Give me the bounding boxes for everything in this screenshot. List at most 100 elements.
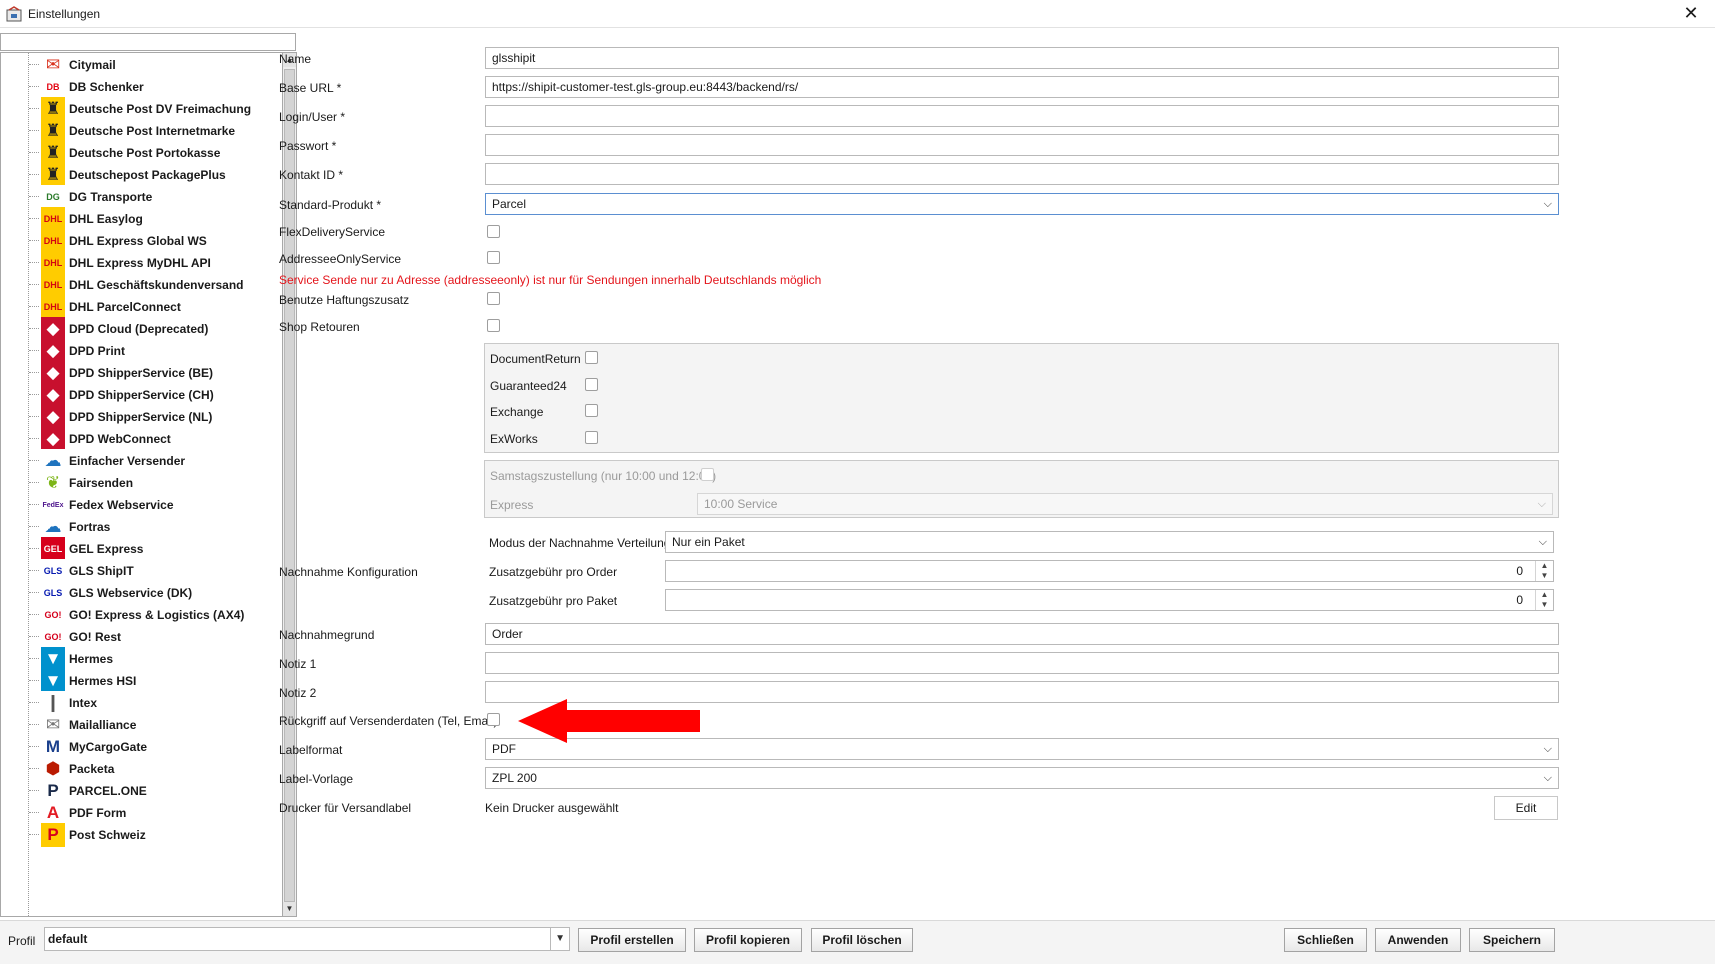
sidebar-item[interactable]: GEL GEL Express [29, 537, 279, 561]
spinner-arrows-icon[interactable]: ▲ ▼ [1535, 590, 1553, 610]
sidebar-item[interactable]: ▼ Hermes HSI [29, 669, 279, 693]
service-exworks-checkbox[interactable] [585, 431, 598, 444]
name-input[interactable]: glsshipit [485, 47, 1559, 69]
labeltemplate-select[interactable]: ZPL 200 ⌵ [485, 767, 1559, 789]
sidebar-item[interactable]: ✉ Mailalliance [29, 713, 279, 737]
tree-branch-line [29, 262, 39, 263]
sidebar-item[interactable]: ▼ Hermes [29, 647, 279, 671]
sidebar-item[interactable]: ⬢ Packeta [29, 757, 279, 781]
copy-profile-button[interactable]: Profil kopieren [694, 928, 802, 952]
sidebar-item[interactable]: DG DG Transporte [29, 185, 279, 209]
sidebar-item[interactable]: ❙ Intex [29, 691, 279, 715]
dhl-icon: DHL [41, 207, 65, 231]
sidebar-item[interactable]: ♜ Deutsche Post DV Freimachung [29, 97, 279, 121]
service-guaranteed24-checkbox[interactable] [585, 378, 598, 391]
cod-reason-input[interactable]: Order [485, 623, 1559, 645]
apply-button[interactable]: Anwenden [1375, 928, 1461, 952]
sidebar-item[interactable]: DB DB Schenker [29, 75, 279, 99]
close-button[interactable]: Schließen [1284, 928, 1367, 952]
sidebar-item[interactable]: ✉ Citymail [29, 53, 279, 77]
tree-branch-line [29, 86, 39, 87]
sidebar-item[interactable]: ♜ Deutschepost PackagePlus [29, 163, 279, 187]
post-horn-icon: ♜ [41, 163, 65, 187]
gel-icon: GEL [41, 537, 65, 561]
sidebar-item[interactable]: ☁ Fortras [29, 515, 279, 539]
sidebar-item[interactable]: ◆ DPD Print [29, 339, 279, 363]
sidebar-item[interactable]: FedEx Fedex Webservice [29, 493, 279, 517]
sidebar-item[interactable]: ◆ DPD Cloud (Deprecated) [29, 317, 279, 341]
sidebar-item[interactable]: GO! GO! Express & Logistics (AX4) [29, 603, 279, 627]
sidebar-item[interactable]: A PDF Form [29, 801, 279, 825]
sidebar-item[interactable]: ☁ Einfacher Versender [29, 449, 279, 473]
service-exchange-label: Exchange [490, 405, 544, 419]
fee-per-order-spinner[interactable]: 0 ▲ ▼ [665, 560, 1554, 582]
tree-branch-line [29, 130, 39, 131]
sidebar-item-label: DHL ParcelConnect [69, 300, 181, 314]
tree-branch-line [29, 834, 39, 835]
tree-branch-line [29, 64, 39, 65]
sidebar-item[interactable]: DHL DHL Express Global WS [29, 229, 279, 253]
sidebar-item[interactable]: P Post Schweiz [29, 823, 279, 847]
dpd-cube-icon: ◆ [41, 339, 65, 363]
sidebar-item[interactable]: ◆ DPD ShipperService (NL) [29, 405, 279, 429]
sidebar-item[interactable]: M MyCargoGate [29, 735, 279, 759]
cod-mode-select[interactable]: Nur ein Paket ⌵ [665, 531, 1554, 553]
tree-branch-line [29, 460, 39, 461]
sidebar-item[interactable]: DHL DHL ParcelConnect [29, 295, 279, 319]
shop-returns-checkbox[interactable] [487, 319, 500, 332]
tree-branch-line [29, 328, 39, 329]
annotation-arrow-icon [518, 699, 700, 743]
profile-select[interactable]: default ▼ [44, 927, 570, 951]
create-profile-button[interactable]: Profil erstellen [578, 928, 686, 952]
sidebar-item-label: PARCEL.ONE [69, 784, 147, 798]
edit-printer-button[interactable]: Edit [1494, 796, 1558, 820]
sidebar-item[interactable]: DHL DHL Easylog [29, 207, 279, 231]
sidebar-item-label: Hermes HSI [69, 674, 137, 688]
sidebar-item[interactable]: GLS GLS ShipIT [29, 559, 279, 583]
addressee-only-checkbox[interactable] [487, 251, 500, 264]
close-window-button[interactable]: ✕ [1681, 3, 1701, 24]
sidebar-item[interactable]: P PARCEL.ONE [29, 779, 279, 803]
note1-input[interactable] [485, 652, 1559, 674]
dhl-icon: DHL [41, 295, 65, 319]
sidebar-item[interactable]: GLS GLS Webservice (DK) [29, 581, 279, 605]
baseurl-label: Base URL * [279, 81, 342, 95]
save-button[interactable]: Speichern [1469, 928, 1555, 952]
tree-branch-line [29, 306, 39, 307]
contact-id-input[interactable] [485, 163, 1559, 185]
fee-per-package-spinner[interactable]: 0 ▲ ▼ [665, 589, 1554, 611]
sidebar-item[interactable]: ❦ Fairsenden [29, 471, 279, 495]
tree-branch-line [29, 284, 39, 285]
service-document-return-checkbox[interactable] [585, 351, 598, 364]
envelope-icon: ✉ [41, 713, 65, 737]
packeta-icon: ⬢ [41, 757, 65, 781]
baseurl-input[interactable]: https://shipit-customer-test.gls-group.e… [485, 76, 1559, 98]
sidebar-item-label: GEL Express [69, 542, 144, 556]
password-input[interactable] [485, 134, 1559, 156]
saturday-delivery-checkbox[interactable] [701, 468, 714, 481]
sidebar-item[interactable]: ♜ Deutsche Post Portokasse [29, 141, 279, 165]
delete-profile-button[interactable]: Profil löschen [811, 928, 913, 952]
provider-filter-input[interactable] [0, 33, 296, 51]
spinner-arrows-icon[interactable]: ▲ ▼ [1535, 561, 1553, 581]
liability-checkbox[interactable] [487, 292, 500, 305]
express-select[interactable]: 10:00 Service ⌵ [697, 493, 1553, 515]
login-input[interactable] [485, 105, 1559, 127]
flex-delivery-checkbox[interactable] [487, 225, 500, 238]
product-select[interactable]: Parcel ⌵ [485, 193, 1559, 215]
sidebar-item-label: DPD Print [69, 344, 126, 358]
sender-fallback-checkbox[interactable] [487, 713, 500, 726]
sidebar-item[interactable]: ◆ DPD ShipperService (CH) [29, 383, 279, 407]
dpd-cube-icon: ◆ [41, 405, 65, 429]
sidebar-item[interactable]: ◆ DPD WebConnect [29, 427, 279, 451]
sidebar-item[interactable]: DHL DHL Geschäftskundenversand [29, 273, 279, 297]
sidebar-item[interactable]: DHL DHL Express MyDHL API [29, 251, 279, 275]
service-exchange-checkbox[interactable] [585, 404, 598, 417]
sidebar-item[interactable]: GO! GO! Rest [29, 625, 279, 649]
scroll-down-arrow-icon[interactable]: ▼ [283, 902, 296, 916]
labelformat-label: Labelformat [279, 743, 343, 757]
post-horn-icon: ♜ [41, 97, 65, 121]
sidebar-item[interactable]: ♜ Deutsche Post Internetmarke [29, 119, 279, 143]
sidebar-item[interactable]: ◆ DPD ShipperService (BE) [29, 361, 279, 385]
fee-per-package-label: Zusatzgebühr pro Paket [489, 594, 618, 608]
